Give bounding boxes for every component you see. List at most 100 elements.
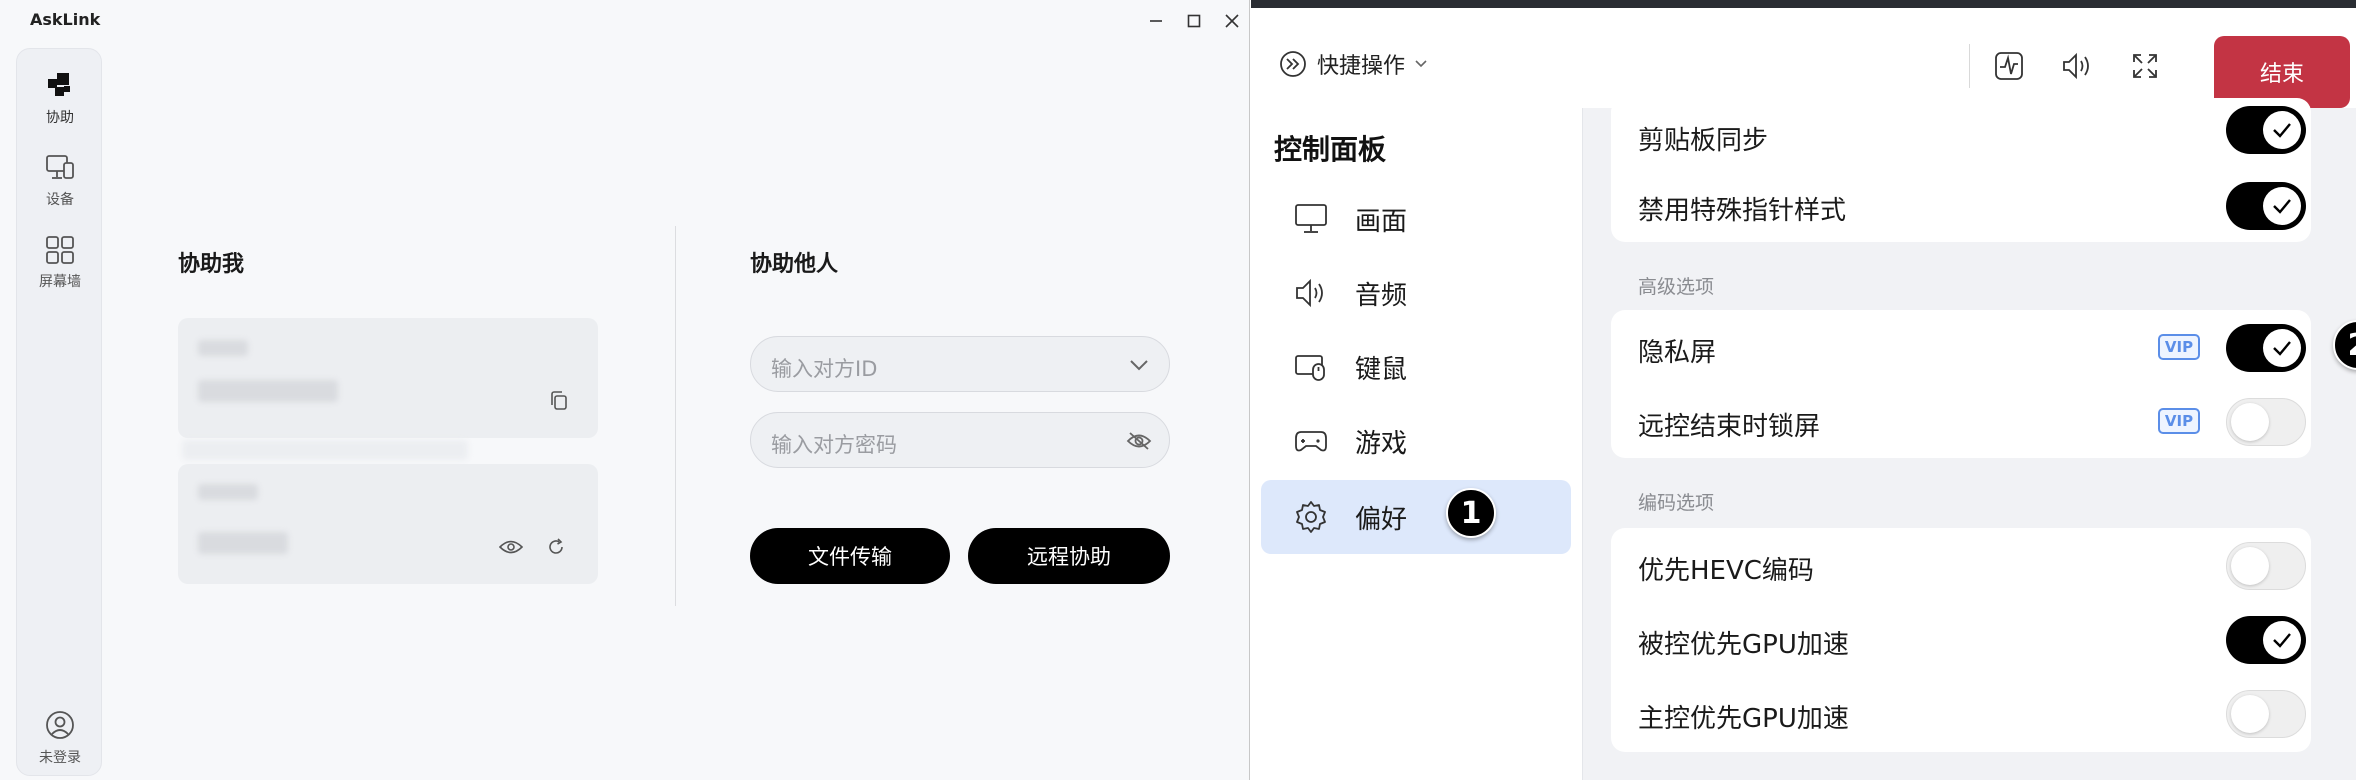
show-password-button[interactable] bbox=[498, 534, 524, 560]
refresh-icon bbox=[549, 538, 563, 554]
rail-label-screen-wall: 屏幕墙 bbox=[39, 274, 81, 290]
control-panel-title: 控制面板 bbox=[1274, 133, 1387, 166]
lock-on-end-toggle[interactable] bbox=[2226, 398, 2306, 446]
top-strip bbox=[1251, 0, 2356, 8]
setting-row-controlled-gpu: 被控优先GPU加速 bbox=[1611, 602, 2311, 676]
controller-gpu-toggle[interactable] bbox=[2226, 690, 2306, 738]
peer-password-input[interactable]: 输入对方密码 bbox=[750, 412, 1170, 468]
cp-item-preferences[interactable]: 偏好 bbox=[1261, 480, 1571, 554]
clipboard-sync-toggle[interactable] bbox=[2226, 106, 2306, 154]
device-id-card bbox=[178, 318, 598, 438]
refresh-password-button[interactable] bbox=[543, 534, 569, 560]
gear-icon bbox=[1296, 501, 1326, 533]
user-icon bbox=[46, 711, 74, 739]
chevron-down-icon bbox=[1130, 360, 1148, 371]
file-transfer-button[interactable]: 文件传输 bbox=[750, 528, 950, 584]
quick-actions-menu[interactable]: 快捷操作 bbox=[1279, 48, 1427, 80]
setting-label-controller-gpu: 主控优先GPU加速 bbox=[1638, 704, 1849, 734]
disable-cursor-style-toggle[interactable] bbox=[2226, 182, 2306, 230]
cp-item-display[interactable]: 画面 bbox=[1261, 182, 1571, 256]
rail-item-device[interactable]: 设备 bbox=[17, 153, 103, 209]
privacy-screen-toggle[interactable] bbox=[2226, 324, 2306, 372]
fast-forward-icon bbox=[1280, 51, 1306, 77]
close-icon bbox=[1225, 14, 1239, 28]
check-icon bbox=[2273, 341, 2291, 356]
gamepad-icon bbox=[1295, 431, 1327, 452]
nav-rail: 协助 设备 屏幕墙 未登录 bbox=[16, 48, 102, 776]
advanced-options-caption: 高级选项 bbox=[1638, 276, 1715, 298]
account-button[interactable]: 未登录 bbox=[17, 709, 103, 767]
remote-assist-button[interactable]: 远程协助 bbox=[968, 528, 1170, 584]
password-card bbox=[178, 464, 598, 584]
setting-label-lock-on-end: 远控结束时锁屏 bbox=[1638, 412, 1821, 442]
stats-icon bbox=[1995, 52, 2023, 80]
stats-button[interactable] bbox=[1991, 48, 2027, 84]
rail-label-device: 设备 bbox=[46, 192, 74, 208]
quick-actions-label: 快捷操作 bbox=[1317, 54, 1406, 79]
setting-row-prefer-hevc: 优先HEVC编码 bbox=[1611, 528, 2311, 602]
session-toolbar: 快捷操作 结束 bbox=[1251, 8, 2356, 108]
device-icon bbox=[46, 155, 74, 179]
check-icon bbox=[2273, 633, 2291, 648]
encoding-options-caption: 编码选项 bbox=[1638, 492, 1715, 514]
cp-item-game[interactable]: 游戏 bbox=[1261, 404, 1571, 478]
check-icon bbox=[2273, 123, 2291, 138]
setting-row-privacy-screen: 隐私屏 VIP bbox=[1611, 310, 2311, 384]
setting-label-disable-cursor-style: 禁用特殊指针样式 bbox=[1638, 196, 1847, 226]
setting-row-clipboard-sync: 剪贴板同步 bbox=[1611, 98, 2311, 172]
chevron-down-icon bbox=[1415, 60, 1427, 68]
app-title: AskLink bbox=[30, 10, 101, 29]
control-panel-sidebar: 控制面板 画面 音频 键鼠 游戏 偏好 1 bbox=[1251, 108, 1583, 780]
close-button[interactable] bbox=[1214, 6, 1250, 36]
speaker-icon bbox=[1296, 278, 1323, 308]
asklink-window: AskLink 协助 设备 屏幕墙 未登录 协助我 协助他人 输入对方ID 输入… bbox=[0, 0, 1250, 780]
blurred-password bbox=[198, 532, 288, 554]
peer-id-input[interactable]: 输入对方ID bbox=[750, 336, 1170, 392]
fullscreen-icon bbox=[2133, 54, 2157, 78]
setting-label-controlled-gpu: 被控优先GPU加速 bbox=[1638, 630, 1849, 660]
assist-icon bbox=[48, 73, 70, 96]
rail-item-screen-wall[interactable]: 屏幕墙 bbox=[17, 235, 103, 291]
screen-wall-icon bbox=[46, 236, 74, 264]
blurred-device-id bbox=[198, 380, 338, 402]
controlled-gpu-toggle[interactable] bbox=[2226, 616, 2306, 664]
keyboard-mouse-icon bbox=[1295, 355, 1325, 381]
minimize-button[interactable] bbox=[1138, 6, 1174, 36]
volume-button[interactable] bbox=[2059, 48, 2095, 84]
toggle-password-visibility[interactable] bbox=[1125, 427, 1153, 455]
advanced-settings-group: 隐私屏 VIP 远控结束时锁屏 VIP bbox=[1611, 310, 2311, 458]
rail-item-assist[interactable]: 协助 bbox=[17, 69, 103, 127]
section-divider bbox=[675, 226, 676, 606]
preferences-settings: 剪贴板同步 禁用特殊指针样式 高级选项 隐私屏 VIP 远控结束时锁屏 VIP … bbox=[1584, 98, 2356, 780]
cp-label-audio: 音频 bbox=[1355, 280, 1408, 311]
copy-button[interactable] bbox=[546, 388, 572, 414]
help-others-title: 协助他人 bbox=[750, 252, 839, 277]
prefer-hevc-toggle[interactable] bbox=[2226, 542, 2306, 590]
toolbar-divider bbox=[1969, 44, 1970, 88]
vip-badge: VIP bbox=[2158, 334, 2200, 360]
id-history-dropdown[interactable] bbox=[1125, 351, 1153, 379]
step-marker-2: 2 bbox=[2333, 320, 2356, 370]
copy-icon bbox=[551, 391, 567, 410]
minimize-icon bbox=[1150, 20, 1162, 22]
account-label: 未登录 bbox=[39, 750, 81, 766]
fullscreen-button[interactable] bbox=[2127, 48, 2163, 84]
cp-label-keyboard-mouse: 键鼠 bbox=[1355, 354, 1408, 385]
cp-item-keyboard-mouse[interactable]: 键鼠 bbox=[1261, 330, 1571, 404]
peer-password-placeholder: 输入对方密码 bbox=[771, 433, 897, 457]
title-bar: AskLink bbox=[0, 0, 1250, 42]
setting-row-lock-on-end: 远控结束时锁屏 VIP bbox=[1611, 384, 2311, 458]
general-settings-group: 剪贴板同步 禁用特殊指针样式 bbox=[1611, 98, 2311, 242]
eye-off-icon bbox=[1126, 432, 1152, 450]
remote-session-panel: 快捷操作 结束 控制面板 画面 音频 键鼠 游戏 偏好 1 剪贴板同步 禁用特殊… bbox=[1251, 0, 2356, 780]
peer-id-placeholder: 输入对方ID bbox=[771, 357, 878, 381]
cp-item-audio[interactable]: 音频 bbox=[1261, 256, 1571, 330]
cp-label-display: 画面 bbox=[1355, 206, 1408, 237]
volume-icon bbox=[2063, 52, 2089, 80]
encoding-settings-group: 优先HEVC编码 被控优先GPU加速 主控优先GPU加速 bbox=[1611, 528, 2311, 752]
setting-row-disable-cursor-style: 禁用特殊指针样式 bbox=[1611, 168, 2311, 242]
rail-label-assist: 协助 bbox=[46, 110, 74, 126]
blurred-label bbox=[198, 340, 248, 356]
maximize-button[interactable] bbox=[1176, 6, 1212, 36]
setting-row-controller-gpu: 主控优先GPU加速 bbox=[1611, 676, 2311, 750]
